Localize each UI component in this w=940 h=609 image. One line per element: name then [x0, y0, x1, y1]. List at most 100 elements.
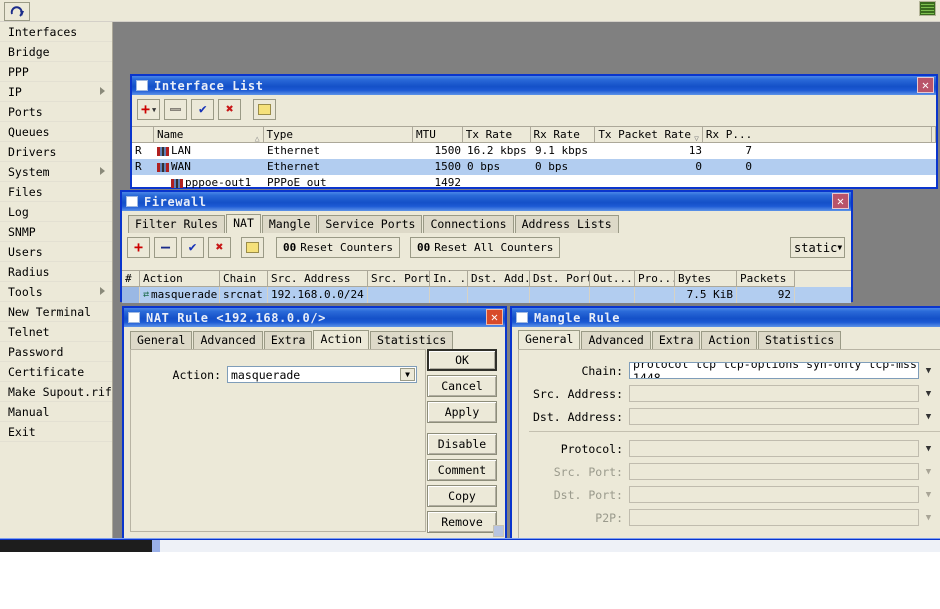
mangle-rule-titlebar[interactable]: Mangle Rule — [512, 308, 940, 327]
column-header[interactable]: Tx Rate — [462, 127, 531, 143]
sidebar-item-system[interactable]: System — [0, 162, 112, 182]
nat-rule-titlebar[interactable]: NAT Rule <192.168.0.0/> ✕ — [124, 308, 505, 327]
refresh-undo-icon[interactable] — [4, 2, 30, 21]
enable-rule-button[interactable]: ✔ — [181, 237, 204, 258]
comment-rule-button[interactable] — [241, 237, 264, 258]
remove-rule-button[interactable]: – — [154, 237, 177, 258]
tab-action[interactable]: Action — [313, 330, 370, 349]
sidebar-item-ports[interactable]: Ports — [0, 102, 112, 122]
table-row[interactable]: R LAN Ethernet 1500 16.2 kbps 9.1 kbps 13 7 — [132, 143, 936, 159]
sidebar-item-telnet[interactable]: Telnet — [0, 322, 112, 342]
field-input[interactable] — [629, 440, 919, 457]
filter-select[interactable]: static ▼ — [790, 237, 845, 258]
column-header[interactable]: Name △ — [153, 127, 264, 143]
tab-address-lists[interactable]: Address Lists — [514, 215, 619, 233]
sidebar-item-certificate[interactable]: Certificate — [0, 362, 112, 382]
tab-general[interactable]: General — [130, 331, 193, 349]
add-rule-button[interactable]: + — [127, 237, 150, 258]
sidebar-item-files[interactable]: Files — [0, 182, 112, 202]
firewall-titlebar[interactable]: Firewall ✕ — [122, 192, 851, 211]
chevron-down-icon[interactable]: ▼ — [922, 441, 935, 456]
table-row[interactable]: pppoe-out1 PPPoE out 1492 — [132, 175, 936, 191]
sidebar-item-tools[interactable]: Tools — [0, 282, 112, 302]
column-header[interactable]: Dst. Port — [530, 271, 590, 287]
column-header[interactable]: Type — [263, 127, 413, 143]
tab-advanced[interactable]: Advanced — [193, 331, 263, 349]
remove-button[interactable]: Remove — [427, 511, 497, 533]
taskbar-grip[interactable] — [152, 540, 160, 552]
sidebar-item-log[interactable]: Log — [0, 202, 112, 222]
chevron-down-icon[interactable]: ▼ — [922, 363, 935, 378]
sidebar-item-ip[interactable]: IP — [0, 82, 112, 102]
ok-button[interactable]: OK — [427, 349, 497, 371]
cancel-button[interactable]: Cancel — [427, 375, 497, 397]
table-row[interactable]: ⇄ masquerade srcnat 192.168.0.0/24 7.5 KiB 92 — [122, 287, 851, 303]
tab-nat[interactable]: NAT — [226, 214, 261, 233]
column-header[interactable] — [132, 127, 154, 143]
column-header[interactable]: Rx Rate — [530, 127, 596, 143]
chevron-down-icon[interactable]: ▼ — [922, 386, 935, 401]
tab-action[interactable]: Action — [701, 331, 758, 349]
tab-general[interactable]: General — [518, 330, 581, 349]
sidebar-item-password[interactable]: Password — [0, 342, 112, 362]
column-header[interactable]: Bytes — [675, 271, 737, 287]
column-header[interactable]: Rx P... — [702, 127, 933, 143]
disable-rule-button[interactable]: ✖ — [208, 237, 231, 258]
column-header[interactable]: Src. Port — [368, 271, 430, 287]
tab-mangle[interactable]: Mangle — [261, 215, 318, 233]
tab-filter-rules[interactable]: Filter Rules — [128, 215, 226, 233]
chevron-down-icon[interactable]: ▼ — [922, 409, 935, 424]
sidebar-item-bridge[interactable]: Bridge — [0, 42, 112, 62]
sidebar-item-drivers[interactable]: Drivers — [0, 142, 112, 162]
sidebar-item-queues[interactable]: Queues — [0, 122, 112, 142]
column-header[interactable]: Out.... — [590, 271, 635, 287]
taskbar-item[interactable] — [0, 540, 152, 552]
terminal-tray-icon[interactable] — [919, 1, 936, 16]
disable-button[interactable]: Disable — [427, 433, 497, 455]
comment-button[interactable]: Comment — [427, 459, 497, 481]
tab-statistics[interactable]: Statistics — [370, 331, 454, 349]
tab-service-ports[interactable]: Service Ports — [318, 215, 423, 233]
action-select[interactable]: masquerade ▼ — [227, 366, 417, 383]
chevron-down-icon[interactable]: ▼ — [400, 368, 415, 381]
field-input[interactable]: protocol tcp tcp-options syn-only tcp-ms… — [629, 362, 919, 379]
column-header[interactable]: In. ... — [430, 271, 468, 287]
close-icon[interactable]: ✕ — [832, 193, 849, 209]
tab-extra[interactable]: Extra — [263, 331, 313, 349]
tab-advanced[interactable]: Advanced — [581, 331, 651, 349]
reset-all-counters-button[interactable]: 00 Reset All Counters — [409, 237, 561, 258]
column-header[interactable]: Tx Packet Rate ▽ — [595, 127, 703, 143]
column-header[interactable]: Action — [140, 271, 220, 287]
column-header[interactable]: Src. Address — [268, 271, 368, 287]
tab-connections[interactable]: Connections — [423, 215, 514, 233]
column-header[interactable]: Dst. Add... — [468, 271, 530, 287]
comment-interface-button[interactable] — [253, 99, 277, 120]
close-icon[interactable]: ✕ — [917, 77, 934, 93]
sidebar-item-ppp[interactable]: PPP — [0, 62, 112, 82]
sidebar-item-radius[interactable]: Radius — [0, 262, 112, 282]
tab-extra[interactable]: Extra — [651, 331, 701, 349]
close-icon[interactable]: ✕ — [486, 309, 503, 325]
scrollbar-thumb[interactable] — [493, 525, 504, 537]
disable-interface-button[interactable]: ✖ — [218, 99, 242, 120]
column-header[interactable]: # — [122, 271, 140, 287]
column-header[interactable]: MTU — [412, 127, 463, 143]
enable-interface-button[interactable]: ✔ — [191, 99, 215, 120]
reset-counters-button[interactable]: 00 Reset Counters — [276, 237, 400, 258]
column-header[interactable]: Packets — [737, 271, 795, 287]
table-row[interactable]: R WAN Ethernet 1500 0 bps 0 bps 0 0 — [132, 159, 936, 175]
column-header[interactable]: Chain — [220, 271, 268, 287]
field-input[interactable] — [629, 408, 919, 425]
sidebar-item-interfaces[interactable]: Interfaces — [0, 22, 112, 42]
add-interface-button[interactable]: + ▼ — [137, 99, 161, 120]
sidebar-item-users[interactable]: Users — [0, 242, 112, 262]
interface-list-titlebar[interactable]: Interface List ✕ — [132, 76, 936, 95]
sidebar-item-manual[interactable]: Manual — [0, 402, 112, 422]
column-header[interactable]: Pro... — [635, 271, 675, 287]
tab-statistics[interactable]: Statistics — [758, 331, 842, 349]
apply-button[interactable]: Apply — [427, 401, 497, 423]
sidebar-item-make-supout-rif[interactable]: Make Supout.rif — [0, 382, 112, 402]
sidebar-item-snmp[interactable]: SNMP — [0, 222, 112, 242]
remove-interface-button[interactable] — [164, 99, 188, 120]
copy-button[interactable]: Copy — [427, 485, 497, 507]
